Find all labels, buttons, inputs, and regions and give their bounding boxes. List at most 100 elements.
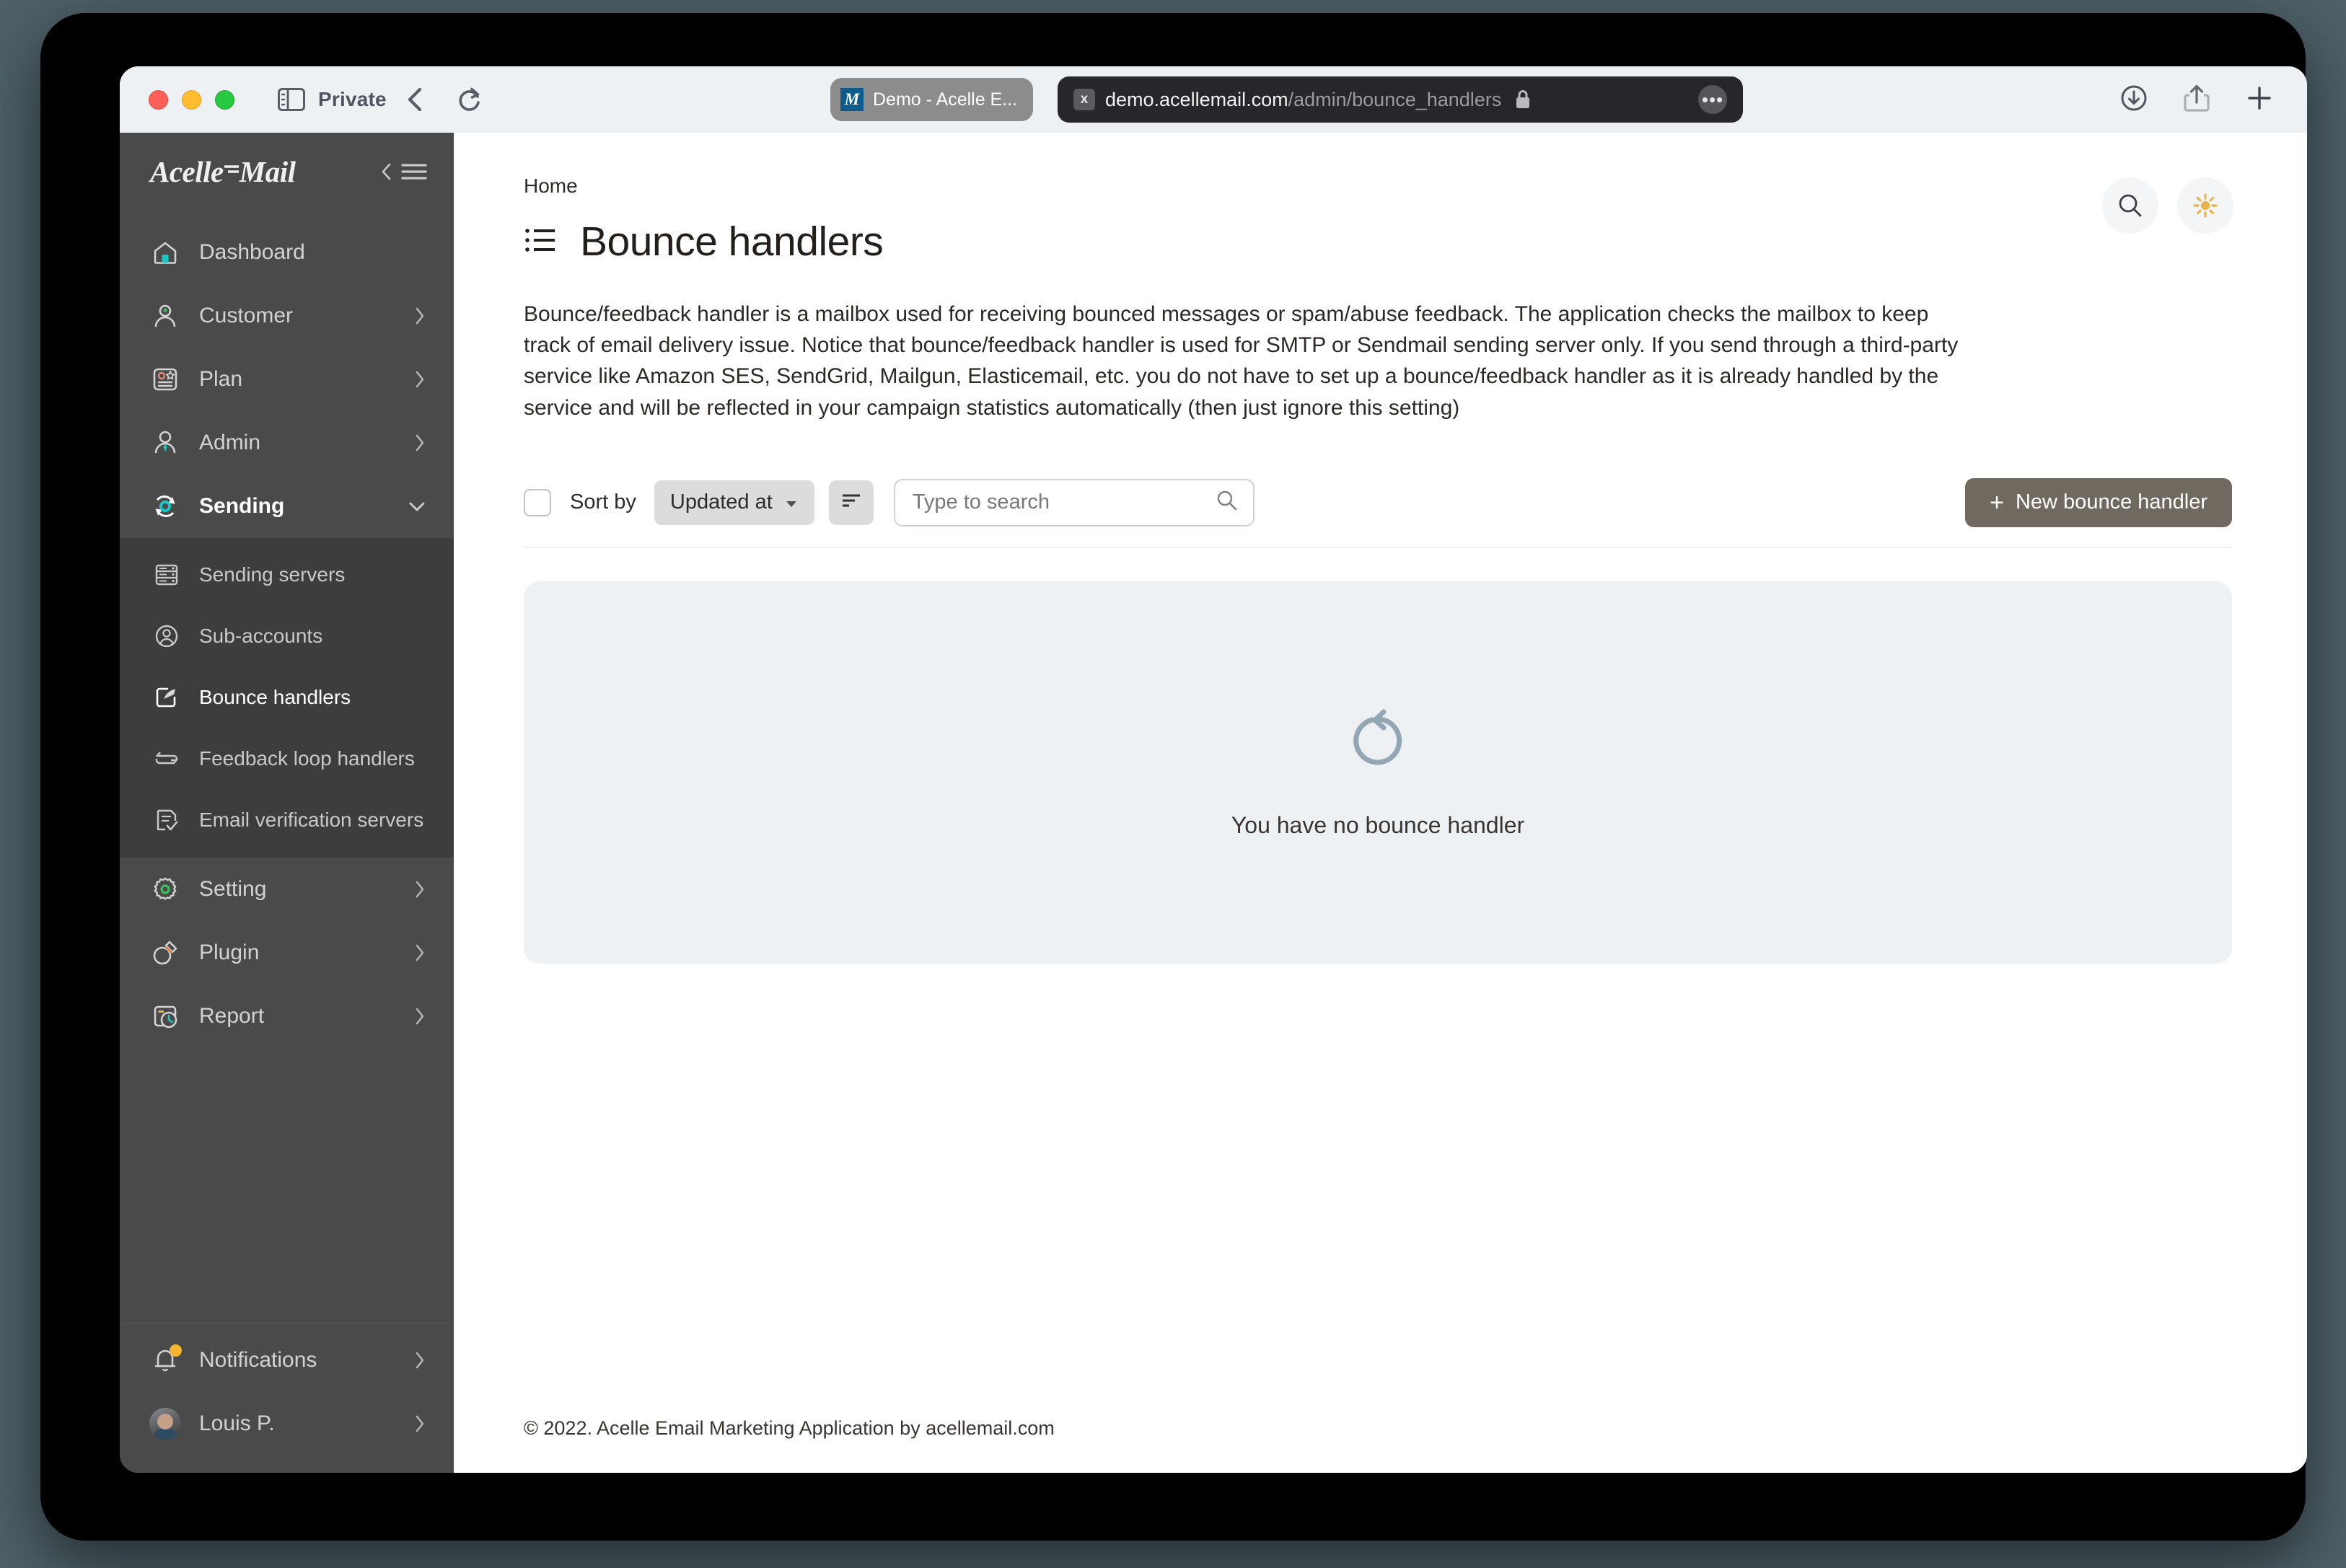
main-inner: Home Bounce handlers Bounce/feedback han…	[454, 133, 2307, 1417]
admin-user-icon	[150, 428, 180, 458]
plan-card-icon	[150, 364, 180, 395]
sidebar-item-label: Setting	[199, 877, 267, 901]
sort-descending-icon	[839, 490, 864, 514]
address-bar-url: demo.acellemail.com/admin/bounce_handler…	[1105, 89, 1501, 111]
share-icon[interactable]	[2183, 83, 2210, 117]
tab-favicon: M	[840, 88, 864, 111]
search-input[interactable]	[912, 490, 1216, 515]
server-icon	[153, 561, 180, 589]
notification-badge	[170, 1344, 182, 1357]
select-all-checkbox[interactable]	[524, 488, 551, 516]
sidebar-item-dashboard[interactable]: Dashboard	[120, 221, 454, 284]
logo-text-primary: Acelle	[150, 155, 224, 188]
chevron-right-icon	[413, 433, 426, 453]
hamburger-icon	[401, 164, 427, 180]
refresh-circle-icon	[1343, 706, 1413, 779]
page-title-row: Bounce handlers	[524, 218, 2232, 265]
sidebar-item-label: Notifications	[199, 1348, 317, 1372]
sidebar-submenu-sending: Sending servers Sub-accounts Bounce hand…	[120, 538, 454, 858]
breadcrumb[interactable]: Home	[524, 175, 2232, 198]
theme-toggle-button[interactable]	[2177, 177, 2233, 234]
search-icon	[2119, 194, 2142, 217]
avatar	[149, 1408, 181, 1440]
sidebar-subitem-label: Sending servers	[199, 563, 346, 586]
sidebar-bottom-section: Notifications Louis P.	[120, 1323, 454, 1473]
sidebar-toggle-icon[interactable]	[278, 88, 305, 111]
account-circle-icon	[153, 622, 180, 650]
gear-icon	[150, 874, 180, 904]
sidebar-item-user-profile[interactable]: Louis P.	[120, 1392, 454, 1455]
sort-direction-button[interactable]	[828, 480, 874, 525]
search-field-wrapper[interactable]	[893, 478, 1255, 527]
chevron-right-icon	[413, 879, 426, 899]
sidebar-brand-row: Acelle Mail	[120, 133, 454, 211]
external-link-icon	[153, 684, 180, 711]
sort-field-select[interactable]: Updated at	[654, 480, 814, 525]
sending-sync-icon	[150, 491, 180, 521]
sun-icon	[2193, 193, 2218, 218]
chevron-left-icon	[382, 163, 391, 180]
chevron-down-icon	[784, 490, 799, 514]
sidebar-item-report[interactable]: Report	[120, 985, 454, 1048]
verified-list-icon	[153, 806, 180, 834]
sidebar-item-feedback-loop-handlers[interactable]: Feedback loop handlers	[120, 728, 454, 789]
loop-arrows-icon	[153, 745, 180, 772]
list-icon	[524, 224, 558, 260]
sidebar-item-label: Sending	[199, 494, 285, 518]
new-bounce-handler-button[interactable]: + New bounce handler	[1965, 477, 2232, 527]
close-window-button[interactable]	[149, 89, 168, 110]
tab-title: Demo - Acelle E...	[873, 89, 1018, 110]
browser-tab[interactable]: M Demo - Acelle E...	[830, 78, 1034, 121]
minimize-window-button[interactable]	[182, 89, 201, 110]
new-bounce-handler-label: New bounce handler	[2015, 490, 2207, 514]
plug-icon	[150, 938, 180, 968]
sidebar-item-customer[interactable]: Customer	[120, 284, 454, 348]
sidebar-item-label: Plugin	[199, 941, 260, 964]
reload-icon[interactable]	[457, 87, 482, 113]
search-button[interactable]	[2102, 177, 2158, 234]
app-logo[interactable]: Acelle Mail	[150, 154, 296, 189]
footer-link[interactable]: acellemail.com	[926, 1417, 1055, 1439]
url-host: demo.acellemail.com	[1105, 88, 1288, 110]
footer-text: © 2022. Acelle Email Marketing Applicati…	[524, 1417, 926, 1439]
sidebar-subitem-label: Feedback loop handlers	[199, 746, 415, 770]
new-tab-icon[interactable]	[2245, 84, 2274, 116]
back-chevron-icon[interactable]	[405, 87, 424, 113]
sidebar-navigation: Dashboard Customer Plan Admin Sending Se…	[120, 211, 454, 1323]
sidebar-item-plan[interactable]: Plan	[120, 348, 454, 411]
sidebar-item-setting[interactable]: Setting	[120, 858, 454, 921]
report-clock-icon	[150, 1001, 180, 1031]
main-content: Home Bounce handlers Bounce/feedback han…	[454, 133, 2307, 1473]
sidebar-item-sending-servers[interactable]: Sending servers	[120, 544, 454, 605]
sidebar-subitem-label: Email verification servers	[199, 808, 424, 831]
window-controls	[149, 89, 234, 110]
more-options-icon[interactable]: •••	[1698, 85, 1727, 114]
sidebar-item-bounce-handlers[interactable]: Bounce handlers	[120, 666, 454, 728]
list-toolbar: Sort by Updated at Type to search + New …	[524, 477, 2232, 548]
desktop-background: Private M Demo - Acelle E... x demo.acel…	[0, 0, 2346, 1568]
private-mode-label: Private	[318, 88, 387, 110]
chevron-right-icon	[413, 369, 426, 389]
chevron-right-icon	[413, 306, 426, 326]
tracker-blocker-icon[interactable]: x	[1073, 89, 1095, 110]
page-description: Bounce/feedback handler is a mailbox use…	[524, 302, 1959, 420]
downloads-icon[interactable]	[2119, 84, 2148, 116]
collapse-sidebar-button[interactable]	[379, 161, 428, 182]
sidebar-item-sub-accounts[interactable]: Sub-accounts	[120, 605, 454, 666]
browser-right-actions	[2119, 83, 2274, 117]
sidebar-item-admin[interactable]: Admin	[120, 411, 454, 475]
address-bar[interactable]: x demo.acellemail.com/admin/bounce_handl…	[1058, 76, 1743, 123]
home-icon	[150, 237, 180, 268]
sidebar-item-notifications[interactable]: Notifications	[120, 1329, 454, 1392]
user-icon	[150, 301, 180, 331]
device-bezel: Private M Demo - Acelle E... x demo.acel…	[40, 13, 2307, 1541]
maximize-window-button[interactable]	[215, 89, 234, 110]
application-body: Acelle Mail Dashboard Customer Plan Admi…	[120, 133, 2307, 1473]
sidebar-item-plugin[interactable]: Plugin	[120, 921, 454, 985]
sort-field-value: Updated at	[669, 490, 773, 514]
sidebar-item-email-verification-servers[interactable]: Email verification servers	[120, 789, 454, 850]
browser-window: Private M Demo - Acelle E... x demo.acel…	[120, 66, 2307, 1473]
sidebar-user-name: Louis P.	[199, 1411, 275, 1435]
sidebar-item-sending[interactable]: Sending	[120, 475, 454, 538]
empty-state-text: You have no bounce handler	[1231, 811, 1525, 838]
